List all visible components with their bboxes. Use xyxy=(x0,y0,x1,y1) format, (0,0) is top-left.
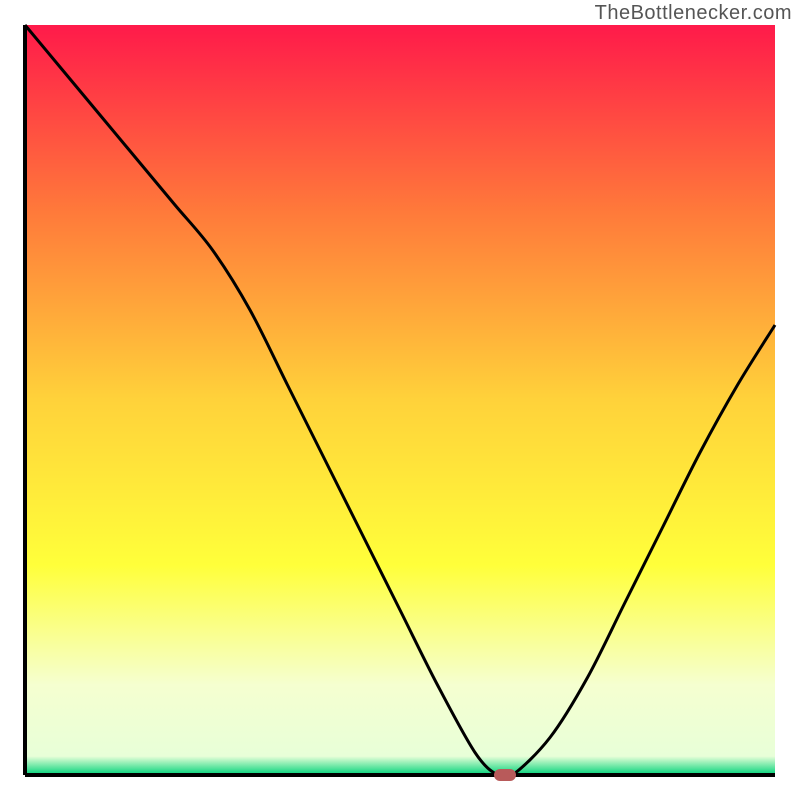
optimal-marker xyxy=(494,769,516,781)
watermark-text: TheBottlenecker.com xyxy=(595,2,792,25)
bottleneck-chart: TheBottlenecker.com xyxy=(0,0,800,800)
chart-svg xyxy=(0,0,800,800)
plot-background xyxy=(25,25,775,775)
